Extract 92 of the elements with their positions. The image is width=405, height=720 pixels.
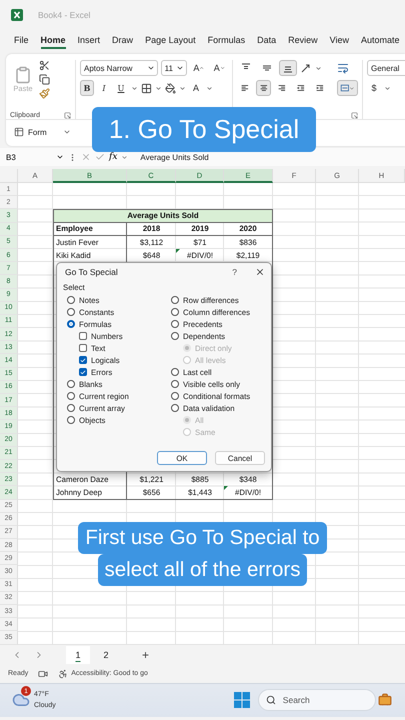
align-center-icon	[258, 82, 268, 94]
insert-function-button[interactable]: fx	[109, 152, 118, 162]
radio-button[interactable]	[171, 308, 179, 316]
dialog-title: Go To Special	[65, 267, 118, 277]
radio-button[interactable]	[171, 368, 179, 376]
form-icon	[14, 127, 24, 137]
caret-icon[interactable]	[384, 84, 391, 92]
caret-icon	[349, 84, 355, 92]
menu-tab[interactable]: Formulas	[208, 33, 246, 49]
caret-icon[interactable]	[315, 64, 322, 72]
help-button[interactable]: ?	[232, 267, 237, 277]
sheet-tab[interactable]: 2	[94, 646, 118, 664]
currency-button[interactable]: $	[367, 80, 381, 96]
grow-font-button[interactable]: A	[190, 60, 208, 76]
form-button[interactable]: Form	[14, 127, 47, 137]
wrap-text-icon[interactable]	[337, 62, 349, 74]
caret-icon	[199, 65, 205, 71]
windows-start-icon[interactable]	[234, 692, 250, 708]
borders-icon[interactable]	[141, 82, 152, 94]
formula-text: Average Units Sold	[140, 152, 209, 162]
caret-icon	[56, 153, 64, 161]
radio-button[interactable]	[171, 392, 179, 400]
checkbox[interactable]	[79, 344, 87, 352]
cut-icon[interactable]	[39, 60, 50, 71]
launcher-icon[interactable]	[64, 112, 71, 119]
caret-icon	[176, 64, 184, 72]
window-title: Book4 - Excel	[38, 10, 90, 20]
shrink-font-button[interactable]: A	[210, 60, 228, 76]
merge-icon	[340, 82, 350, 94]
font-style-button[interactable]: I	[97, 80, 111, 96]
number-format-field[interactable]: General	[367, 60, 405, 76]
align-button[interactable]	[279, 60, 297, 76]
checkbox[interactable]	[79, 332, 87, 340]
radio-button[interactable]	[67, 404, 75, 412]
caret-icon	[146, 64, 155, 72]
menu-tab[interactable]: View	[330, 33, 350, 49]
font-size-field[interactable]: 11	[160, 60, 188, 76]
align-left-icon	[240, 82, 250, 94]
macro-recorder-icon[interactable]	[38, 668, 48, 679]
caret-icon[interactable]	[62, 128, 71, 136]
orientation-icon[interactable]	[300, 62, 312, 74]
radio-button[interactable]	[67, 392, 75, 400]
decrease-indent-icon	[296, 82, 306, 94]
caret-icon[interactable]	[155, 84, 162, 92]
radio-button[interactable]	[67, 308, 75, 316]
copy-icon[interactable]	[39, 74, 50, 85]
align-right-icon	[277, 82, 288, 94]
caret-icon[interactable]	[131, 84, 138, 92]
name-box[interactable]: B3	[6, 152, 64, 162]
caret-icon	[220, 65, 225, 71]
menu-tab[interactable]: File	[14, 33, 29, 49]
font-style-button[interactable]: U	[114, 80, 128, 96]
menu-tab[interactable]: Home	[40, 33, 66, 49]
menu-tab[interactable]: Page Layout	[145, 33, 196, 49]
radio-button[interactable]	[67, 296, 75, 304]
radio-button[interactable]	[171, 296, 179, 304]
checkbox[interactable]	[79, 368, 87, 376]
menu-tab[interactable]: Data	[257, 33, 276, 49]
launcher-icon[interactable]	[351, 112, 358, 119]
font-color-button[interactable]: A	[189, 80, 203, 96]
menu-tab[interactable]: Automate	[361, 33, 400, 49]
format-painter-icon[interactable]	[39, 88, 50, 99]
radio-button[interactable]	[171, 380, 179, 388]
caret-icon[interactable]	[206, 84, 213, 92]
add-sheet-button[interactable]: +	[142, 648, 150, 662]
caret-icon[interactable]	[179, 84, 186, 92]
checkbox[interactable]	[79, 356, 87, 364]
close-icon[interactable]	[255, 267, 265, 277]
accessibility-icon	[58, 668, 68, 679]
menu-tab[interactable]: Review	[288, 33, 318, 49]
radio-button[interactable]	[171, 404, 179, 412]
fill-color-icon[interactable]	[165, 82, 176, 94]
merge-button[interactable]	[336, 80, 358, 96]
font-style-button[interactable]: B	[80, 80, 94, 96]
sheet-tab[interactable]: 1	[66, 646, 90, 664]
search-field[interactable]: Search	[258, 689, 376, 712]
menu-tab[interactable]: Draw	[112, 33, 134, 49]
title-banner: 1. Go To Special	[92, 107, 316, 152]
radio-button[interactable]	[67, 416, 75, 424]
search-icon	[266, 695, 276, 706]
caret-icon[interactable]	[121, 154, 128, 160]
increase-indent-icon	[314, 82, 325, 94]
excel-logo-icon	[10, 8, 24, 22]
font-name-field[interactable]: Aptos Narrow	[80, 60, 158, 76]
radio-button[interactable]	[171, 320, 179, 328]
radio-button[interactable]	[67, 320, 75, 328]
menu-tab[interactable]: Insert	[78, 33, 100, 49]
radio-button[interactable]	[67, 380, 75, 388]
align-button[interactable]	[256, 80, 272, 96]
radio-button[interactable]	[171, 332, 179, 340]
clipboard-icon	[14, 66, 32, 84]
briefcase-icon[interactable]	[378, 693, 392, 708]
